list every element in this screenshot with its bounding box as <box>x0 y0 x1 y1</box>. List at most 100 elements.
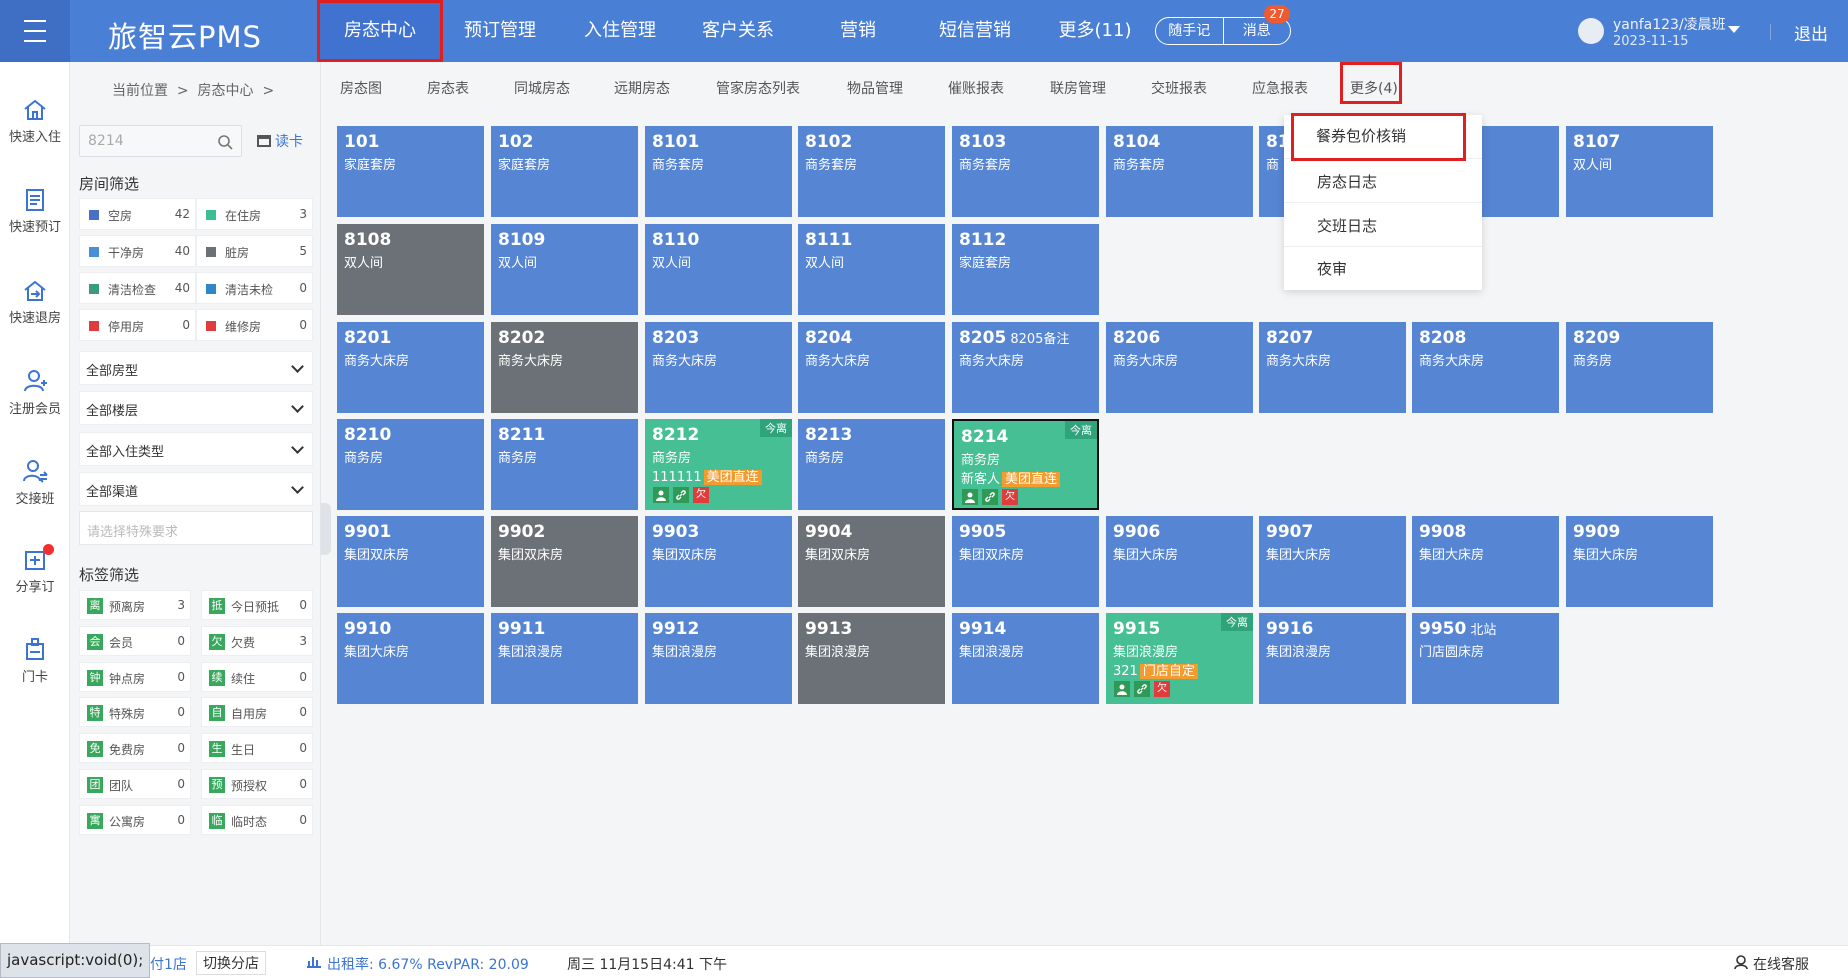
room-card[interactable]: 8112 家庭套房 <box>952 224 1099 315</box>
stat-clean[interactable]: 干净房 40 <box>79 235 196 267</box>
rail-quick-checkout[interactable]: 快速退房 <box>0 279 70 326</box>
avatar[interactable] <box>1578 18 1604 44</box>
room-card[interactable]: 9904 集团双床房 <box>798 516 945 607</box>
room-card[interactable]: 8210 商务房 <box>337 419 484 510</box>
subnav-shift-report[interactable]: 交班报表 <box>1151 78 1207 98</box>
room-card[interactable]: 8110 双人间 <box>645 224 792 315</box>
room-card[interactable]: 9902 集团双床房 <box>491 516 638 607</box>
room-card[interactable]: 9912 集团浪漫房 <box>645 613 792 704</box>
quick-note-button[interactable]: 随手记 <box>1156 18 1224 44</box>
subnav-city-status[interactable]: 同城房态 <box>514 78 570 98</box>
channel-select[interactable]: 全部渠道 <box>79 472 313 506</box>
tag-filter-item[interactable]: 特特殊房 0 <box>79 697 191 728</box>
menu-toggle-button[interactable] <box>0 0 70 62</box>
room-card[interactable]: 8209 商务房 <box>1566 322 1713 413</box>
online-service-button[interactable]: 在线客服 <box>1753 954 1809 974</box>
room-card[interactable]: 8203 商务大床房 <box>645 322 792 413</box>
subnav-linked-rooms[interactable]: 联房管理 <box>1050 78 1106 98</box>
stat-maintenance[interactable]: 维修房 0 <box>196 309 313 341</box>
breadcrumb-current[interactable]: 房态中心 <box>198 83 254 99</box>
floor-select[interactable]: 全部楼层 <box>79 391 313 425</box>
room-card[interactable]: 8212 商务房 今离 111111 美团直连欠 <box>645 419 792 510</box>
tag-filter-item[interactable]: 临临时态 0 <box>201 804 313 835</box>
room-card[interactable]: 9901 集团双床房 <box>337 516 484 607</box>
subnav-emergency-report[interactable]: 应急报表 <box>1252 78 1308 98</box>
stat-vacant[interactable]: 空房 42 <box>79 198 196 230</box>
room-card[interactable]: 8201 商务大床房 <box>337 322 484 413</box>
subnav-room-map[interactable]: 房态图 <box>340 78 382 98</box>
room-card[interactable]: 8202 商务大床房 <box>491 322 638 413</box>
room-card[interactable]: 8208 商务大床房 <box>1412 322 1559 413</box>
panel-collapse-handle[interactable] <box>321 503 331 555</box>
room-card[interactable]: 102 家庭套房 <box>491 126 638 217</box>
rail-quick-checkin[interactable]: 快速入住 <box>0 98 70 145</box>
rail-shift-handover[interactable]: 交接班 <box>0 458 70 507</box>
search-icon[interactable] <box>217 134 233 150</box>
room-card[interactable]: 8111 双人间 <box>798 224 945 315</box>
subnav-dunning-report[interactable]: 催账报表 <box>948 78 1004 98</box>
room-card[interactable]: 9915 集团浪漫房 今离 321 门店自定欠 <box>1106 613 1253 704</box>
nav-reservation[interactable]: 预订管理 <box>450 0 550 62</box>
room-card[interactable]: 8204 商务大床房 <box>798 322 945 413</box>
room-type-select[interactable]: 全部房型 <box>79 351 313 385</box>
room-card[interactable]: 8102 商务套房 <box>798 126 945 217</box>
nav-checkin[interactable]: 入住管理 <box>570 0 670 62</box>
room-card[interactable]: 8207 商务大床房 <box>1259 322 1406 413</box>
room-card[interactable]: 9906 集团大床房 <box>1106 516 1253 607</box>
subnav-room-table[interactable]: 房态表 <box>427 78 469 98</box>
menu-item-meal-voucher-writeoff[interactable]: 餐券包价核销 <box>1291 113 1466 161</box>
user-name[interactable]: yanfa123/凌晨班 <box>1613 14 1726 34</box>
tag-filter-item[interactable]: 生生日 0 <box>201 733 313 764</box>
stat-clean-unchecked[interactable]: 清洁未检 0 <box>196 272 313 304</box>
tag-filter-item[interactable]: 会会员 0 <box>79 625 191 656</box>
room-card[interactable]: 9909 集团大床房 <box>1566 516 1713 607</box>
room-card[interactable]: 9903 集团双床房 <box>645 516 792 607</box>
special-request-select[interactable]: 请选择特殊要求 <box>79 511 313 545</box>
tag-filter-item[interactable]: 寓公寓房 0 <box>79 804 191 835</box>
tag-filter-item[interactable]: 自自用房 0 <box>201 697 313 728</box>
pay-store-link[interactable]: 付1店 <box>150 954 187 974</box>
tag-filter-item[interactable]: 团团队 0 <box>79 769 191 799</box>
rail-register-member[interactable]: 注册会员 <box>0 368 70 417</box>
room-card[interactable]: 9913 集团浪漫房 <box>798 613 945 704</box>
user-menu-caret-icon[interactable] <box>1728 26 1740 33</box>
room-card[interactable]: 8109 双人间 <box>491 224 638 315</box>
room-card[interactable]: 9916 集团浪漫房 <box>1259 613 1406 704</box>
room-card[interactable]: 8104 商务套房 <box>1106 126 1253 217</box>
tag-filter-item[interactable]: 抵今日预抵 0 <box>201 590 313 620</box>
room-card[interactable]: 8101 商务套房 <box>645 126 792 217</box>
room-card[interactable]: 8103 商务套房 <box>952 126 1099 217</box>
nav-more[interactable]: 更多(11) <box>1045 0 1145 62</box>
room-card[interactable]: 9914 集团浪漫房 <box>952 613 1099 704</box>
menu-item-night-audit[interactable]: 夜审 <box>1284 246 1482 290</box>
subnav-goods-mgmt[interactable]: 物品管理 <box>847 78 903 98</box>
room-card[interactable]: 8205 8205备注 商务大床房 <box>952 322 1099 413</box>
rail-share-booking[interactable]: 分享订 <box>0 544 70 595</box>
nav-crm[interactable]: 客户关系 <box>688 0 788 62</box>
logout-button[interactable]: 退出 <box>1794 20 1828 45</box>
read-card-button[interactable]: 读卡 <box>257 131 303 151</box>
tag-filter-item[interactable]: 免免费房 0 <box>79 733 191 764</box>
room-card[interactable]: 8108 双人间 <box>337 224 484 315</box>
tag-filter-item[interactable]: 续续住 0 <box>201 661 313 692</box>
tag-filter-item[interactable]: 离预离房 3 <box>79 590 191 620</box>
room-card[interactable]: 8206 商务大床房 <box>1106 322 1253 413</box>
nav-marketing[interactable]: 营销 <box>818 0 898 62</box>
subnav-housekeeping-list[interactable]: 管家房态列表 <box>716 78 800 98</box>
tag-filter-item[interactable]: 欠欠费 3 <box>201 625 313 656</box>
stat-disabled[interactable]: 停用房 0 <box>79 309 196 341</box>
nav-room-status-center[interactable]: 房态中心 <box>317 0 443 62</box>
room-card[interactable]: 9910 集团大床房 <box>337 613 484 704</box>
tag-filter-item[interactable]: 钟钟点房 0 <box>79 661 191 692</box>
nav-sms-marketing[interactable]: 短信营销 <box>925 0 1025 62</box>
rail-door-card[interactable]: 门卡 <box>0 636 70 685</box>
room-card[interactable]: 9911 集团浪漫房 <box>491 613 638 704</box>
stat-occupied[interactable]: 在住房 3 <box>196 198 313 230</box>
room-card[interactable]: 9950 北站 门店圆床房 <box>1412 613 1559 704</box>
menu-item-room-status-log[interactable]: 房态日志 <box>1284 159 1482 203</box>
checkin-type-select[interactable]: 全部入住类型 <box>79 432 313 466</box>
room-card[interactable]: 8214 商务房 今离 新客人 美团直连欠 <box>952 419 1099 510</box>
stat-dirty[interactable]: 脏房 5 <box>196 235 313 267</box>
room-card[interactable]: 9907 集团大床房 <box>1259 516 1406 607</box>
room-card[interactable]: 101 家庭套房 <box>337 126 484 217</box>
